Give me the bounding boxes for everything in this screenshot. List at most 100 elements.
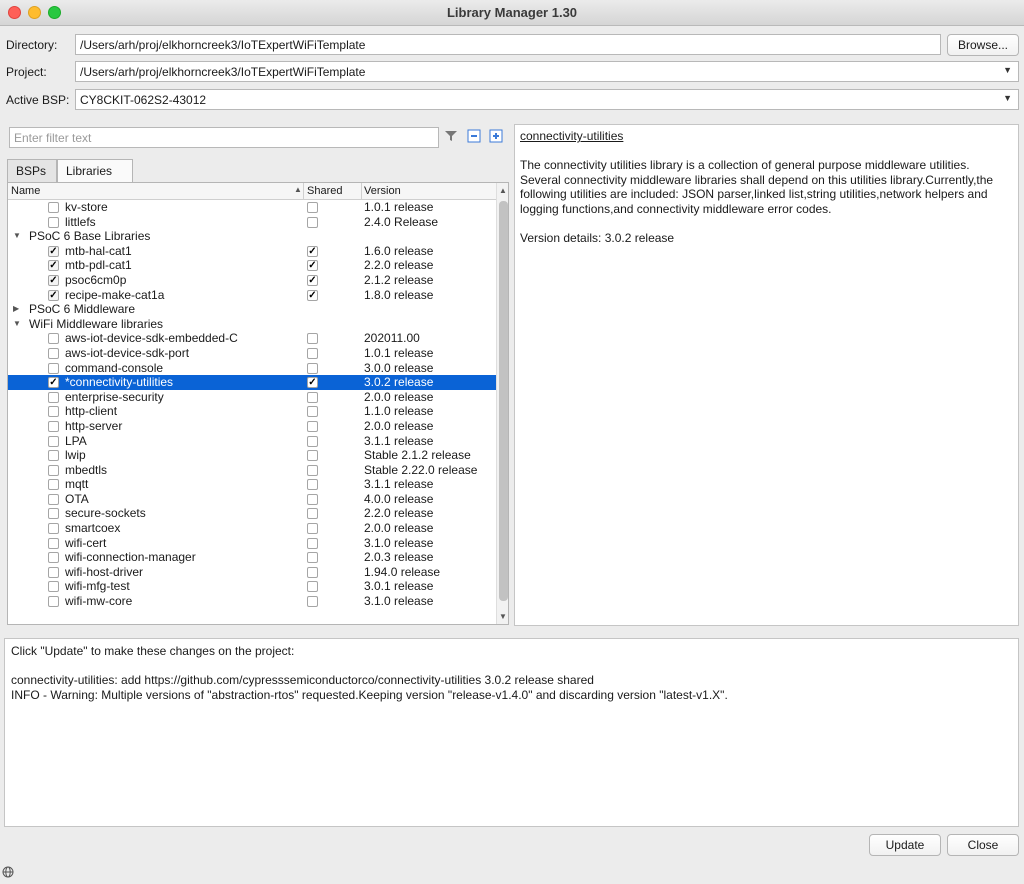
library-version[interactable]: 4.0.0 release — [364, 492, 433, 507]
shared-checkbox[interactable] — [307, 406, 318, 418]
shared-checkbox[interactable] — [307, 581, 318, 593]
include-checkbox[interactable] — [48, 333, 59, 345]
shared-checkbox[interactable] — [307, 523, 318, 535]
include-checkbox[interactable] — [48, 435, 59, 447]
expanded-arrow-icon[interactable]: ▼ — [13, 317, 21, 332]
shared-checkbox[interactable] — [307, 420, 318, 432]
library-tree[interactable]: Name ▲ Shared Version kv-store 1.0.1 rele… — [7, 182, 509, 625]
library-version[interactable]: 2.0.0 release — [364, 419, 433, 434]
include-checkbox[interactable] — [48, 362, 59, 374]
column-version-header[interactable]: Version — [364, 185, 401, 197]
include-checkbox[interactable] — [48, 493, 59, 505]
tree-row[interactable]: mbedtls Stable 2.22.0 release — [8, 463, 496, 478]
project-select[interactable]: /Users/arh/proj/elkhorncreek3/IoTExpertW… — [75, 61, 1019, 82]
shared-checkbox[interactable] — [307, 274, 318, 286]
include-checkbox[interactable] — [48, 391, 59, 403]
shared-checkbox[interactable] — [307, 596, 318, 608]
tree-row[interactable]: lwip Stable 2.1.2 release — [8, 448, 496, 463]
tree-row[interactable]: http-server 2.0.0 release — [8, 419, 496, 434]
include-checkbox[interactable] — [48, 566, 59, 578]
shared-checkbox[interactable] — [307, 377, 318, 389]
include-checkbox[interactable] — [48, 406, 59, 418]
shared-checkbox[interactable] — [307, 435, 318, 447]
tree-row[interactable]: enterprise-security 2.0.0 release — [8, 390, 496, 405]
shared-checkbox[interactable] — [307, 508, 318, 520]
tab-bsps[interactable]: BSPs — [7, 159, 57, 182]
tree-row[interactable]: wifi-connection-manager 2.0.3 release — [8, 550, 496, 565]
tree-group-row[interactable]: ▼ WiFi Middleware libraries — [8, 317, 496, 332]
library-version[interactable]: 3.1.1 release — [364, 477, 433, 492]
scroll-thumb[interactable] — [499, 201, 508, 601]
scroll-up-icon[interactable]: ▲ — [499, 186, 507, 195]
library-version[interactable]: 2.0.0 release — [364, 521, 433, 536]
tree-row[interactable]: aws-iot-device-sdk-embedded-C 202011.00 — [8, 331, 496, 346]
tree-row[interactable]: wifi-cert 3.1.0 release — [8, 536, 496, 551]
include-checkbox[interactable] — [48, 537, 59, 549]
tree-row[interactable]: http-client 1.1.0 release — [8, 404, 496, 419]
library-version[interactable]: 3.0.1 release — [364, 579, 433, 594]
shared-checkbox[interactable] — [307, 289, 318, 301]
filter-icon[interactable] — [443, 128, 459, 144]
expanded-arrow-icon[interactable]: ▼ — [13, 229, 21, 244]
browse-button[interactable]: Browse... — [947, 34, 1019, 56]
include-checkbox[interactable] — [48, 464, 59, 476]
scroll-down-icon[interactable]: ▼ — [499, 612, 507, 621]
shared-checkbox[interactable] — [307, 216, 318, 228]
tree-row[interactable]: OTA 4.0.0 release — [8, 492, 496, 507]
tab-libraries[interactable]: Libraries — [57, 159, 133, 183]
include-checkbox[interactable] — [48, 377, 59, 389]
library-version[interactable]: Stable 2.1.2 release — [364, 448, 471, 463]
tree-row[interactable]: aws-iot-device-sdk-port 1.0.1 release — [8, 346, 496, 361]
library-version[interactable]: 1.0.1 release — [364, 346, 433, 361]
globe-icon[interactable] — [2, 866, 14, 878]
shared-checkbox[interactable] — [307, 245, 318, 257]
include-checkbox[interactable] — [48, 523, 59, 535]
include-checkbox[interactable] — [48, 596, 59, 608]
include-checkbox[interactable] — [48, 450, 59, 462]
shared-checkbox[interactable] — [307, 464, 318, 476]
library-version[interactable]: 2.1.2 release — [364, 273, 433, 288]
library-version[interactable]: 1.8.0 release — [364, 288, 433, 303]
tree-row[interactable]: wifi-mfg-test 3.0.1 release — [8, 579, 496, 594]
include-checkbox[interactable] — [48, 581, 59, 593]
shared-checkbox[interactable] — [307, 552, 318, 564]
tree-row[interactable]: recipe-make-cat1a 1.8.0 release — [8, 288, 496, 303]
include-checkbox[interactable] — [48, 245, 59, 257]
library-version[interactable]: 2.0.3 release — [364, 550, 433, 565]
include-checkbox[interactable] — [48, 347, 59, 359]
tree-row[interactable]: psoc6cm0p 2.1.2 release — [8, 273, 496, 288]
tree-row[interactable]: command-console 3.0.0 release — [8, 361, 496, 376]
shared-checkbox[interactable] — [307, 391, 318, 403]
library-version[interactable]: 202011.00 — [364, 331, 420, 346]
tree-row[interactable]: mtb-pdl-cat1 2.2.0 release — [8, 258, 496, 273]
library-version[interactable]: Stable 2.22.0 release — [364, 463, 477, 478]
tree-row[interactable]: kv-store 1.0.1 release — [8, 200, 496, 215]
library-version[interactable]: 3.1.0 release — [364, 536, 433, 551]
include-checkbox[interactable] — [48, 202, 59, 213]
filter-input[interactable]: Enter filter text — [9, 127, 439, 148]
library-version[interactable]: 3.0.0 release — [364, 361, 433, 376]
library-version[interactable]: 3.1.0 release — [364, 594, 433, 609]
update-button[interactable]: Update — [869, 834, 941, 856]
include-checkbox[interactable] — [48, 552, 59, 564]
include-checkbox[interactable] — [48, 420, 59, 432]
shared-checkbox[interactable] — [307, 260, 318, 272]
tree-row[interactable]: smartcoex 2.0.0 release — [8, 521, 496, 536]
collapse-all-icon[interactable] — [466, 128, 482, 144]
tree-row[interactable]: wifi-host-driver 1.94.0 release — [8, 565, 496, 580]
shared-checkbox[interactable] — [307, 333, 318, 345]
include-checkbox[interactable] — [48, 289, 59, 301]
column-shared-header[interactable]: Shared — [307, 185, 342, 197]
shared-checkbox[interactable] — [307, 362, 318, 374]
tree-row[interactable]: secure-sockets 2.2.0 release — [8, 506, 496, 521]
library-version[interactable]: 1.94.0 release — [364, 565, 440, 580]
library-version[interactable]: 3.0.2 release — [364, 375, 433, 390]
shared-checkbox[interactable] — [307, 347, 318, 359]
shared-checkbox[interactable] — [307, 493, 318, 505]
library-version[interactable]: 1.1.0 release — [364, 404, 433, 419]
tree-row[interactable]: LPA 3.1.1 release — [8, 434, 496, 449]
include-checkbox[interactable] — [48, 508, 59, 520]
library-version[interactable]: 2.2.0 release — [364, 506, 433, 521]
close-button[interactable]: Close — [947, 834, 1019, 856]
tree-scrollbar[interactable]: ▲ ▼ — [496, 183, 508, 624]
